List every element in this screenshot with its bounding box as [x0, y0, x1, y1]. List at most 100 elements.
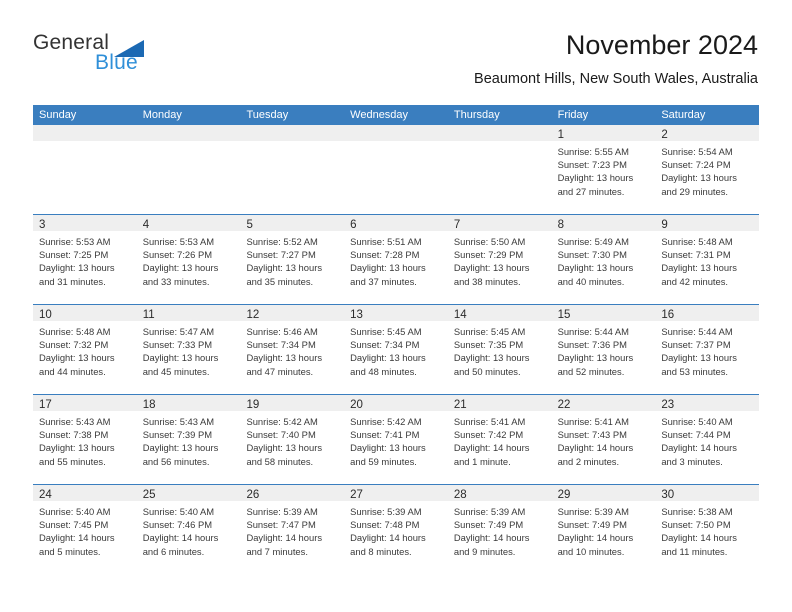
day-info: Sunrise: 5:44 AM Sunset: 7:37 PM Daylight:…: [655, 321, 759, 378]
daylight-text: Daylight: 14 hours and 7 minutes.: [246, 532, 323, 557]
day-info: Sunrise: 5:53 AM Sunset: 7:25 PM Daylight:…: [33, 231, 137, 288]
day-cell[interactable]: 30 Sunrise: 5:38 AM Sunset: 7:50 PM Dayligh…: [655, 485, 760, 575]
day-cell[interactable]: 25 Sunrise: 5:40 AM Sunset: 7:46 PM Dayligh…: [136, 485, 241, 575]
sunset-text: Sunset: 7:49 PM: [453, 519, 524, 531]
day-cell[interactable]: 14 Sunrise: 5:45 AM Sunset: 7:35 PM Dayligh…: [447, 305, 552, 394]
day-number-band: 25: [136, 485, 241, 501]
day-cell[interactable]: 28 Sunrise: 5:39 AM Sunset: 7:49 PM Dayligh…: [447, 485, 552, 575]
day-info: Sunrise: 5:40 AM Sunset: 7:46 PM Daylight:…: [137, 501, 241, 558]
sunset-text: Sunset: 7:29 PM: [453, 249, 524, 261]
sunrise-text: Sunrise: 5:39 AM: [557, 506, 629, 517]
day-number-band: 11: [136, 305, 241, 321]
day-info: Sunrise: 5:45 AM Sunset: 7:34 PM Daylight:…: [344, 321, 448, 378]
day-cell[interactable]: 10 Sunrise: 5:48 AM Sunset: 7:32 PM Dayligh…: [33, 305, 137, 394]
daylight-text: Daylight: 14 hours and 2 minutes.: [557, 442, 634, 467]
day-cell[interactable]: 22 Sunrise: 5:41 AM Sunset: 7:43 PM Dayligh…: [551, 395, 656, 484]
weekday-header-saturday: Saturday: [661, 109, 706, 121]
day-cell[interactable]: 4 Sunrise: 5:53 AM Sunset: 7:26 PM Daylight…: [136, 215, 241, 304]
day-number: 14: [453, 309, 467, 321]
day-number: 8: [557, 219, 564, 231]
day-cell[interactable]: 1 Sunrise: 5:55 AM Sunset: 7:23 PM Daylight…: [551, 125, 656, 214]
day-number-band: 8: [551, 215, 656, 231]
day-cell[interactable]: 6 Sunrise: 5:51 AM Sunset: 7:28 PM Daylight…: [344, 215, 448, 304]
day-number: 1: [557, 129, 564, 141]
sunrise-text: Sunrise: 5:54 AM: [661, 146, 733, 157]
calendar-week-row: 24 Sunrise: 5:40 AM Sunset: 7:45 PM Dayligh…: [33, 485, 760, 575]
day-number: 11: [142, 309, 155, 321]
day-number: 9: [661, 219, 668, 231]
day-number-band: [240, 125, 345, 141]
day-number: 27: [350, 489, 363, 501]
sunrise-text: Sunrise: 5:43 AM: [39, 416, 111, 427]
daylight-text: Daylight: 13 hours and 37 minutes.: [350, 262, 426, 287]
day-cell[interactable]: 27 Sunrise: 5:39 AM Sunset: 7:48 PM Dayligh…: [344, 485, 448, 575]
day-cell[interactable]: 23 Sunrise: 5:40 AM Sunset: 7:44 PM Dayligh…: [655, 395, 760, 484]
day-cell[interactable]: 9 Sunrise: 5:48 AM Sunset: 7:31 PM Daylight…: [655, 215, 760, 304]
day-number: 24: [39, 489, 52, 501]
daylight-text: Daylight: 13 hours and 52 minutes.: [557, 352, 634, 377]
sunrise-text: Sunrise: 5:41 AM: [557, 416, 629, 427]
day-number-band: 18: [136, 395, 241, 411]
daylight-text: Daylight: 13 hours and 55 minutes.: [39, 442, 115, 467]
day-number-band: 9: [655, 215, 760, 231]
sunrise-text: Sunrise: 5:46 AM: [246, 326, 318, 337]
sunset-text: Sunset: 7:26 PM: [142, 249, 213, 261]
day-cell[interactable]: 15 Sunrise: 5:44 AM Sunset: 7:36 PM Dayligh…: [551, 305, 656, 394]
daylight-text: Daylight: 13 hours and 33 minutes.: [142, 262, 219, 287]
day-cell[interactable]: 3 Sunrise: 5:53 AM Sunset: 7:25 PM Daylight…: [33, 215, 137, 304]
day-cell[interactable]: 2 Sunrise: 5:54 AM Sunset: 7:24 PM Daylight…: [655, 125, 760, 214]
day-number-band: 1: [551, 125, 656, 141]
daylight-text: Daylight: 14 hours and 3 minutes.: [661, 442, 737, 467]
sunset-text: Sunset: 7:38 PM: [39, 429, 109, 441]
daylight-text: Daylight: 14 hours and 10 minutes.: [557, 532, 634, 557]
sunset-text: Sunset: 7:34 PM: [246, 339, 316, 351]
day-number: 16: [661, 309, 675, 321]
daylight-text: Daylight: 13 hours and 44 minutes.: [39, 352, 115, 377]
day-cell[interactable]: 24 Sunrise: 5:40 AM Sunset: 7:45 PM Dayligh…: [33, 485, 137, 575]
day-number-band: 28: [447, 485, 552, 501]
day-cell[interactable]: 21 Sunrise: 5:41 AM Sunset: 7:42 PM Dayligh…: [447, 395, 552, 484]
day-cell[interactable]: 17 Sunrise: 5:43 AM Sunset: 7:38 PM Dayligh…: [33, 395, 137, 484]
calendar-week-row: 17 Sunrise: 5:43 AM Sunset: 7:38 PM Dayligh…: [33, 395, 760, 485]
day-cell[interactable]: 16 Sunrise: 5:44 AM Sunset: 7:37 PM Dayligh…: [655, 305, 760, 394]
day-cell[interactable]: 13 Sunrise: 5:45 AM Sunset: 7:34 PM Dayligh…: [344, 305, 448, 394]
day-number: 26: [246, 489, 260, 501]
day-info: Sunrise: 5:45 AM Sunset: 7:35 PM Daylight:…: [448, 321, 552, 378]
day-info: Sunrise: 5:44 AM Sunset: 7:36 PM Daylight:…: [552, 321, 656, 378]
day-cell[interactable]: 11 Sunrise: 5:47 AM Sunset: 7:33 PM Dayligh…: [136, 305, 241, 394]
weekday-header-wednesday: Wednesday: [350, 109, 409, 121]
day-cell[interactable]: 20 Sunrise: 5:42 AM Sunset: 7:41 PM Dayligh…: [344, 395, 448, 484]
brand-logo[interactable]: General Blue: [33, 31, 233, 87]
sunrise-text: Sunrise: 5:47 AM: [142, 326, 215, 337]
day-number: 29: [557, 489, 571, 501]
sunrise-text: Sunrise: 5:42 AM: [350, 416, 422, 427]
day-number-band: 17: [33, 395, 137, 411]
sunset-text: Sunset: 7:42 PM: [453, 429, 524, 441]
day-cell[interactable]: 18 Sunrise: 5:43 AM Sunset: 7:39 PM Dayligh…: [136, 395, 241, 484]
daylight-text: Daylight: 13 hours and 47 minutes.: [246, 352, 323, 377]
day-cell[interactable]: 5 Sunrise: 5:52 AM Sunset: 7:27 PM Daylight…: [240, 215, 345, 304]
day-number-band: 16: [655, 305, 760, 321]
sunrise-text: Sunrise: 5:38 AM: [661, 506, 733, 517]
day-number: 7: [453, 219, 461, 231]
day-cell[interactable]: 12 Sunrise: 5:46 AM Sunset: 7:34 PM Dayligh…: [240, 305, 345, 394]
day-number: 20: [350, 399, 363, 411]
day-cell-empty: [240, 125, 345, 214]
daylight-text: Daylight: 14 hours and 1 minute.: [453, 442, 530, 467]
day-info: Sunrise: 5:39 AM Sunset: 7:49 PM Daylight:…: [552, 501, 656, 558]
sunset-text: Sunset: 7:24 PM: [661, 159, 731, 171]
day-number: 19: [246, 399, 260, 411]
day-info: Sunrise: 5:55 AM Sunset: 7:23 PM Daylight:…: [552, 141, 656, 198]
sunset-text: Sunset: 7:41 PM: [350, 429, 420, 441]
day-number-band: 27: [344, 485, 448, 501]
day-number: 4: [142, 219, 150, 231]
day-info: Sunrise: 5:40 AM Sunset: 7:45 PM Daylight:…: [33, 501, 137, 558]
sunrise-text: Sunrise: 5:51 AM: [350, 236, 422, 247]
sunset-text: Sunset: 7:31 PM: [661, 249, 731, 261]
day-cell[interactable]: 7 Sunrise: 5:50 AM Sunset: 7:29 PM Daylight…: [447, 215, 552, 304]
day-cell[interactable]: 29 Sunrise: 5:39 AM Sunset: 7:49 PM Dayligh…: [551, 485, 656, 575]
day-cell[interactable]: 8 Sunrise: 5:49 AM Sunset: 7:30 PM Daylight…: [551, 215, 656, 304]
day-cell[interactable]: 19 Sunrise: 5:42 AM Sunset: 7:40 PM Dayligh…: [240, 395, 345, 484]
day-info: Sunrise: 5:43 AM Sunset: 7:38 PM Daylight:…: [33, 411, 137, 468]
day-cell[interactable]: 26 Sunrise: 5:39 AM Sunset: 7:47 PM Dayligh…: [240, 485, 345, 575]
